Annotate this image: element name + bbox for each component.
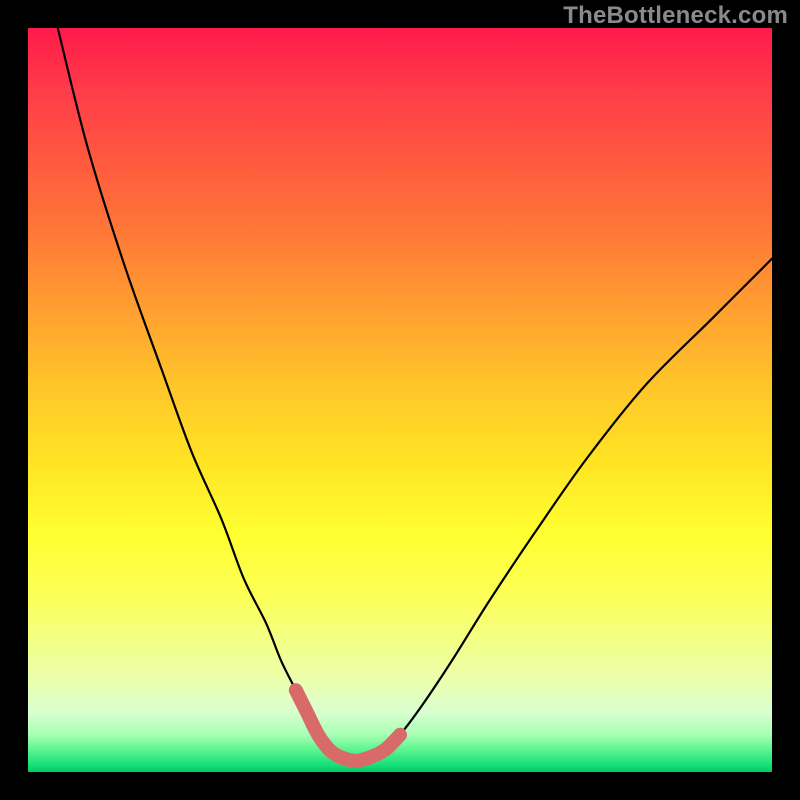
chart-plot-area <box>28 28 772 772</box>
chart-frame: TheBottleneck.com <box>0 0 800 800</box>
chart-svg <box>28 28 772 772</box>
sweet-spot-highlight <box>296 690 400 761</box>
bottleneck-curve <box>58 28 772 761</box>
watermark-text: TheBottleneck.com <box>563 2 788 30</box>
